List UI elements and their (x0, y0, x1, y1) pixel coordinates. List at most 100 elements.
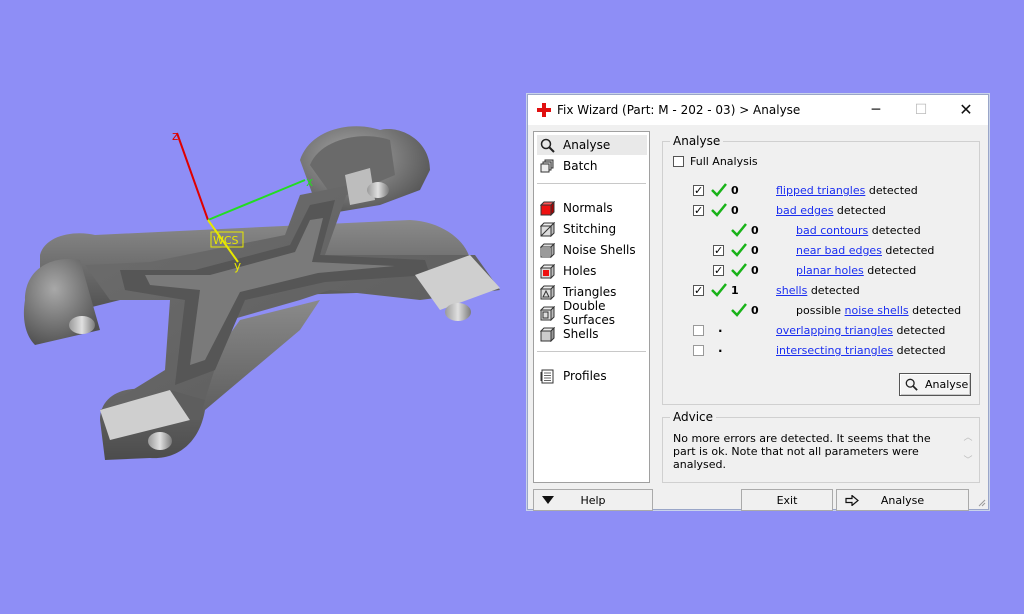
overlapping-triangles-link[interactable]: overlapping triangles (776, 324, 893, 337)
near-bad-edges-checkbox[interactable]: ✓ (713, 245, 724, 256)
flipped-triangles-count: 0 (731, 184, 739, 197)
profiles-icon (540, 369, 554, 383)
bad-contours-link[interactable]: bad contours (796, 224, 868, 237)
wcs-label: WCS (213, 234, 239, 247)
flipped-triangles-link[interactable]: flipped triangles (776, 184, 865, 197)
full-analysis-label: Full Analysis (690, 155, 758, 168)
bad-contours-row: bad contours detected (796, 224, 921, 237)
close-button[interactable]: ✕ (943, 95, 989, 125)
nav-item-label: Holes (563, 264, 597, 278)
bad-edges-link[interactable]: bad edges (776, 204, 833, 217)
bad-edges-count: 0 (731, 204, 739, 217)
nav-separator (537, 183, 646, 184)
triangle-down-icon (542, 496, 554, 504)
arrow-right-icon (845, 495, 859, 506)
analyse-group-title: Analyse (670, 134, 724, 148)
row-suffix: detected (892, 324, 946, 337)
nav-item-batch[interactable]: Batch (537, 156, 647, 176)
z-axis-line (176, 132, 209, 221)
analyse-group: Analyse Full Analysis ✓ 0 flipped triang… (662, 134, 980, 405)
nav-item-label: Batch (563, 159, 598, 173)
nav-item-label: Stitching (563, 222, 617, 236)
planar-holes-link[interactable]: planar holes (796, 264, 864, 277)
intersecting-triangles-link[interactable]: intersecting triangles (776, 344, 893, 357)
advice-group: Advice No more errors are detected. It s… (662, 410, 980, 483)
nav-item-analyse[interactable]: Analyse (537, 135, 647, 155)
green-check-icon (731, 243, 747, 257)
nav-item-holes[interactable]: Holes (537, 261, 647, 281)
nav-item-stitching[interactable]: Stitching (537, 219, 647, 239)
row-suffix: detected (833, 204, 886, 217)
row-suffix: detected (807, 284, 860, 297)
green-check-icon (711, 283, 727, 297)
intersecting-triangles-checkbox[interactable] (693, 345, 704, 356)
wizard-nav-list: Analyse Batch Normals Stitching Noise Sh… (533, 131, 650, 483)
advice-group-title: Advice (670, 410, 717, 424)
planar-holes-checkbox[interactable]: ✓ (713, 265, 724, 276)
intersecting-triangles-count: . (718, 341, 723, 355)
nav-item-label: Noise Shells (563, 243, 636, 257)
holes-cube-icon (540, 263, 555, 279)
shells-link[interactable]: shells (776, 284, 807, 297)
nav-item-shells[interactable]: Shells (537, 324, 647, 344)
near-bad-edges-row: near bad edges detected (796, 244, 934, 257)
shells-cube-icon (540, 326, 555, 342)
green-check-icon (731, 223, 747, 237)
planar-holes-row: planar holes detected (796, 264, 916, 277)
z-axis-label: z (172, 129, 178, 143)
nav-item-label: Shells (563, 327, 599, 341)
shells-row: shells detected (776, 284, 860, 297)
fix-wizard-window: Fix Wizard (Part: M - 202 - 03) > Analys… (527, 94, 989, 511)
nav-item-noise-shells[interactable]: Noise Shells (537, 240, 647, 260)
row-suffix: detected (863, 264, 917, 277)
noise-shells-icon (540, 242, 555, 258)
nav-item-label: Triangles (563, 285, 617, 299)
analyse-next-button-label: Analyse (880, 493, 925, 507)
3d-part-model (23, 126, 500, 460)
exit-button-label: Exit (776, 493, 798, 507)
near-bad-edges-link[interactable]: near bad edges (796, 244, 882, 257)
overlapping-triangles-count: . (718, 321, 723, 335)
exit-button[interactable]: Exit (741, 489, 833, 511)
intersecting-triangles-row: intersecting triangles detected (776, 344, 946, 357)
window-title: Fix Wizard (Part: M - 202 - 03) > Analys… (557, 103, 801, 117)
shells-checkbox[interactable]: ✓ (693, 285, 704, 296)
stitching-cube-icon (540, 221, 555, 237)
nav-item-normals[interactable]: Normals (537, 198, 647, 218)
title-bar[interactable]: Fix Wizard (Part: M - 202 - 03) > Analys… (528, 95, 988, 125)
triangles-cube-icon (540, 284, 555, 300)
green-check-icon (711, 203, 727, 217)
analyse-run-button[interactable]: Analyse (899, 373, 971, 396)
overlapping-triangles-checkbox[interactable] (693, 325, 704, 336)
nav-item-label: Normals (563, 201, 613, 215)
analyse-run-button-label: Analyse (925, 378, 969, 391)
nav-item-profiles[interactable]: Profiles (537, 366, 647, 386)
normals-cube-icon (540, 200, 555, 216)
flipped-triangles-checkbox[interactable]: ✓ (693, 185, 704, 196)
green-check-icon (731, 303, 747, 317)
row-suffix: detected (868, 224, 921, 237)
nav-item-double-surfaces[interactable]: Double Surfaces (537, 299, 647, 327)
analyse-next-button[interactable]: Analyse (836, 489, 969, 511)
minimize-button[interactable]: ─ (853, 95, 899, 125)
row-suffix: detected (908, 304, 962, 317)
row-suffix: detected (865, 184, 918, 197)
advice-scrollbar[interactable]: ︿ ﹀ (963, 430, 973, 476)
noise-shells-link[interactable]: noise shells (845, 304, 909, 317)
overlapping-triangles-row: overlapping triangles detected (776, 324, 945, 337)
maximize-button[interactable]: ☐ (898, 95, 944, 125)
green-check-icon (731, 263, 747, 277)
help-button[interactable]: Help (533, 489, 653, 511)
batch-icon (540, 159, 554, 172)
bad-contours-count: 0 (751, 224, 759, 237)
green-check-icon (711, 183, 727, 197)
noise-shells-row: possible noise shells detected (796, 304, 961, 317)
row-prefix: possible (796, 304, 845, 317)
full-analysis-checkbox[interactable] (673, 156, 684, 167)
bad-edges-checkbox[interactable]: ✓ (693, 205, 704, 216)
row-suffix: detected (893, 344, 946, 357)
magnifier-icon (905, 378, 918, 391)
y-axis-label: y (234, 259, 241, 273)
double-surfaces-icon (540, 305, 555, 321)
resize-grip-icon[interactable] (976, 497, 986, 507)
